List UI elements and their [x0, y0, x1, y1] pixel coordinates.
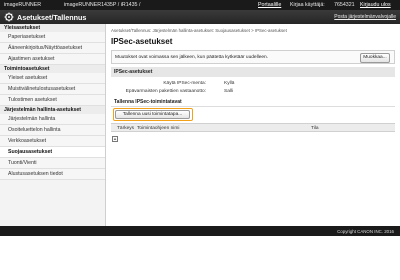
- sidebar-item-initialize[interactable]: Alustusasetuksen tiedot: [0, 169, 105, 180]
- use-ipsec-label: Käytä IPSec-menta:: [163, 81, 206, 86]
- header-title: Asetukset/Tallennus: [17, 13, 87, 22]
- sidebar-item-common[interactable]: Yleiset asetukset: [0, 73, 105, 84]
- blank-area: [0, 236, 400, 280]
- sidebar-item-printer[interactable]: Tulostimen asetukset: [0, 95, 105, 106]
- sidebar: Yleisasetukset Paperiasetukset Ääneenkir…: [0, 24, 106, 252]
- info-bar: Muutokset ovat voimassa sen jälkeen, kun…: [111, 50, 395, 64]
- sidebar-item-import-export[interactable]: Tuonti/Vienti: [0, 158, 105, 169]
- sidebar-item-timer[interactable]: Ajastimen asetukset: [0, 54, 105, 65]
- accept-packets-value: Salli: [224, 89, 234, 94]
- sidebar-item-display[interactable]: Ääneenkirjoitus/Näyttöasetukset: [0, 43, 105, 54]
- register-new-policy-button[interactable]: Tallenna uusi toimintatapa...: [115, 110, 190, 119]
- app-name: imageRUNNER: [4, 2, 42, 8]
- sidebar-item-network[interactable]: Verkkoasetukset: [0, 136, 105, 147]
- use-ipsec-value: Kyllä: [224, 81, 235, 86]
- accept-packets-label: Epävarmaisten pakettien vastaanotto:: [125, 89, 206, 94]
- sidebar-category-function: Toimintoasetukset: [0, 65, 105, 73]
- portal-link[interactable]: Portaalille: [258, 2, 281, 8]
- breadcrumb: Asetukset/Tallennus: Järjestelmän hallin…: [111, 28, 287, 33]
- sidebar-item-address-book[interactable]: Osoiteluettelon hallinta: [0, 125, 105, 136]
- section-ipsec-policies: Tallenna IPSec-toimintatavat: [111, 98, 395, 107]
- top-bar: imageRUNNER imageRUNNER1435P / iR1435 / …: [0, 0, 400, 10]
- sidebar-category-general: Yleisasetukset: [0, 24, 105, 32]
- section-ipsec-settings: IPSec-asetukset: [111, 67, 395, 77]
- edit-button[interactable]: Muokkaa...: [360, 53, 390, 63]
- column-priority[interactable]: Tärkeys: [117, 126, 134, 131]
- scroll-top-icon[interactable]: [112, 136, 118, 142]
- main-content: Asetukset/Tallennus: Järjestelmän hallin…: [106, 24, 400, 252]
- sidebar-item-security[interactable]: Suojausasetukset: [0, 147, 105, 158]
- login-label: Kirjaa käyttäjä:: [290, 2, 325, 8]
- sidebar-category-management: Järjestelmän hallinta-asetukset: [0, 106, 105, 114]
- settings-icon: [4, 12, 14, 22]
- device-name: imageRUNNER1435P / iR1435 /: [64, 2, 141, 8]
- register-button-highlight: Tallenna uusi toimintatapa...: [113, 108, 193, 121]
- page-title: IPSec-asetukset: [111, 37, 173, 46]
- sidebar-item-paper[interactable]: Paperiasetukset: [0, 32, 105, 43]
- column-policy-name[interactable]: Toimintaohjeen nimi: [137, 126, 179, 131]
- restart-message: Muutokset ovat voimassa sen jälkeen, kun…: [115, 55, 269, 60]
- sidebar-item-system-management[interactable]: Järjestelmän hallinta: [0, 114, 105, 125]
- column-status[interactable]: Tila: [311, 126, 319, 131]
- user-id: 7654321: [334, 2, 355, 8]
- copyright: Copyright CANON INC. 2016: [337, 229, 394, 234]
- footer: Copyright CANON INC. 2016: [0, 226, 400, 236]
- policy-table-header: Tärkeys Toimintaohjeen nimi Tila: [111, 123, 395, 132]
- sidebar-item-media-print[interactable]: Muistivälinetulostusasetukset: [0, 84, 105, 95]
- page-header: Asetukset/Tallennus Posta järjestelmänva…: [0, 10, 400, 24]
- logout-link[interactable]: Kirjaudu ulos: [360, 2, 391, 8]
- mail-admin-link[interactable]: Posta järjestelmänvalvojalle: [334, 14, 396, 20]
